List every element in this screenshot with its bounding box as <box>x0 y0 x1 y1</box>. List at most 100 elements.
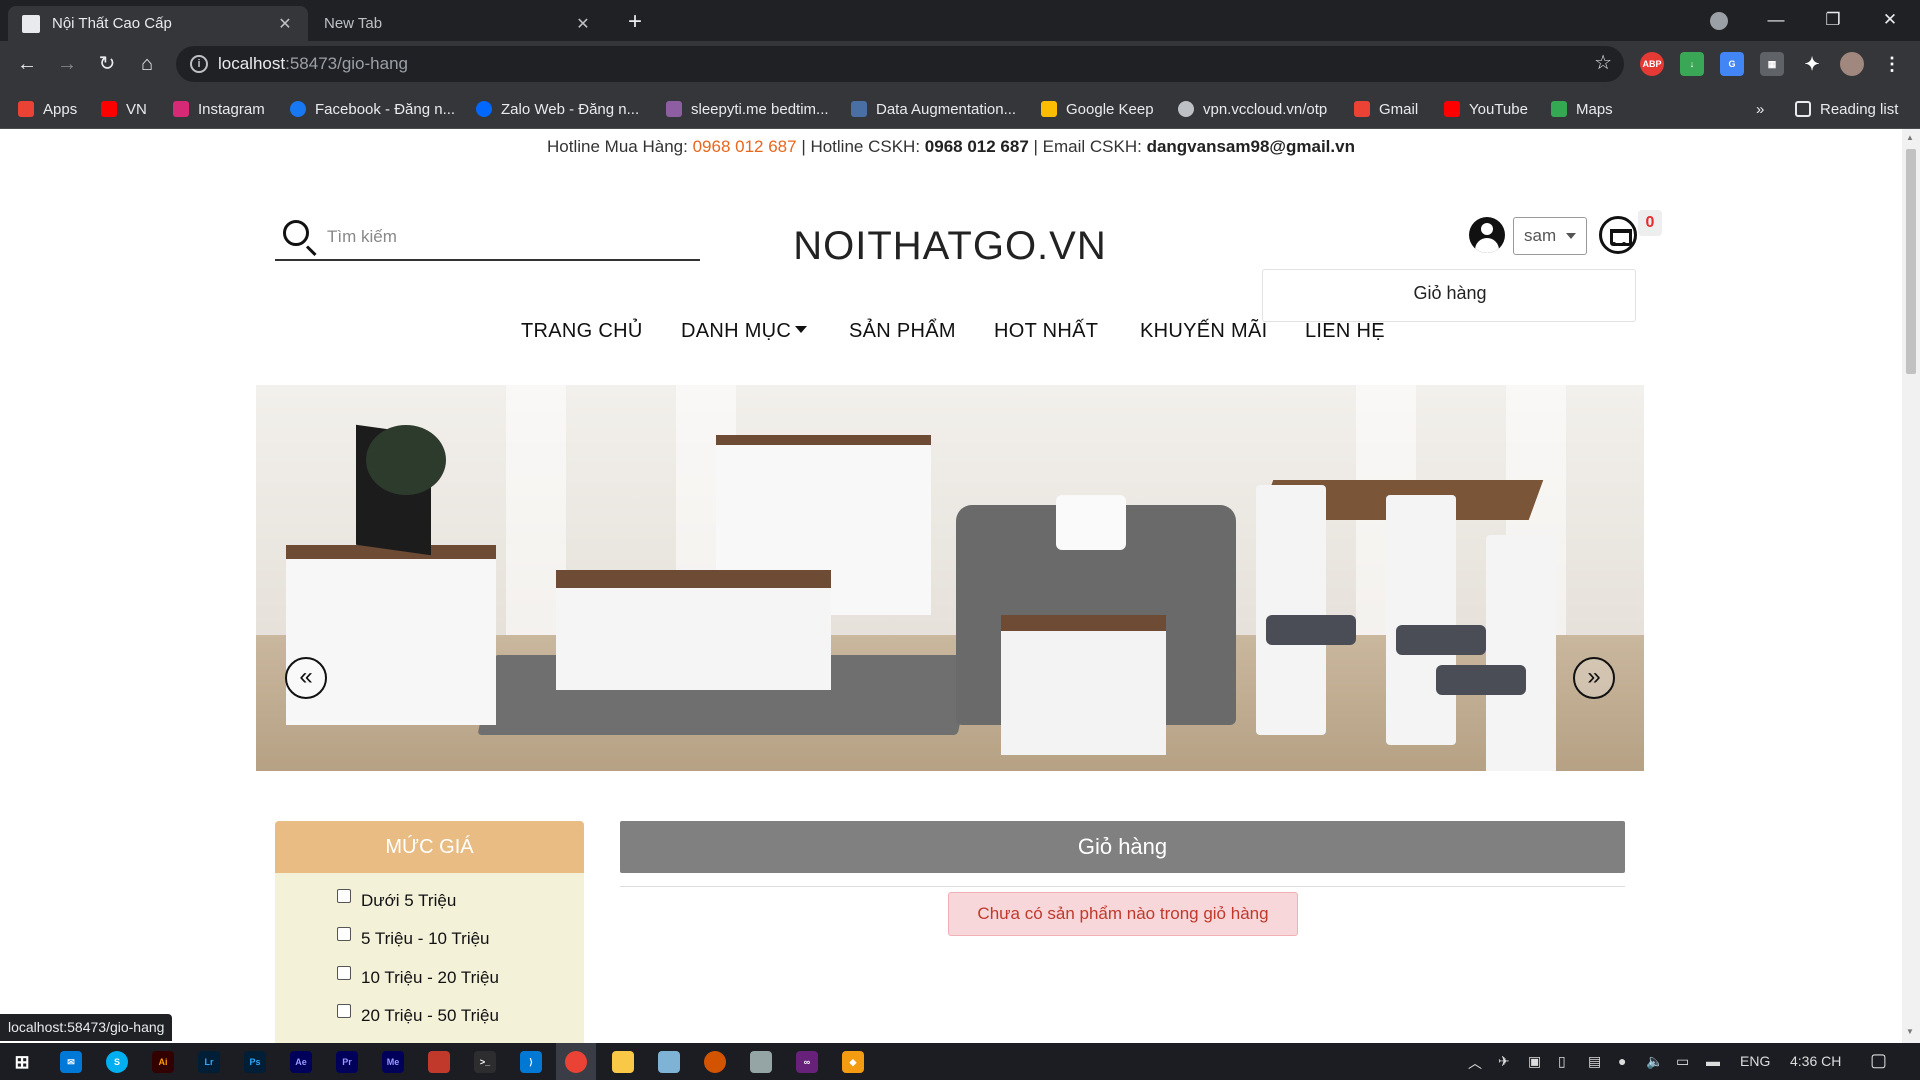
price-option-10m-20m[interactable]: 10 Triệu - 20 Triệu <box>337 966 499 988</box>
tab-search-icon[interactable] <box>1710 12 1728 30</box>
bookmark-vpn[interactable]: vpn.vccloud.vn/otp <box>1178 98 1327 120</box>
bookmark-zalo[interactable]: Zalo Web - Đăng n... <box>476 98 639 120</box>
qr-code-icon[interactable]: ▦ <box>1760 52 1784 76</box>
dropdown-item-gio-hang[interactable]: Giỏ hàng <box>1263 283 1637 304</box>
site-logo[interactable]: NOITHATGO.VN <box>700 224 1200 269</box>
hotline-care-number[interactable]: 0968 012 687 <box>925 137 1029 156</box>
checkbox[interactable] <box>337 889 351 903</box>
adblock-icon[interactable]: ABP <box>1640 52 1664 76</box>
tab-new-tab[interactable]: New Tab ✕ <box>310 6 606 41</box>
app-tray-icon[interactable]: ▤ <box>1588 1053 1601 1070</box>
bookmark-apps[interactable]: Apps <box>18 98 77 120</box>
close-icon[interactable]: ✕ <box>574 14 592 34</box>
language-indicator[interactable]: ENG <box>1740 1053 1770 1069</box>
telegram-icon[interactable]: ✈ <box>1498 1053 1510 1070</box>
search-input[interactable] <box>325 222 695 252</box>
visual-studio-icon[interactable]: ∞ <box>796 1051 818 1073</box>
reload-icon[interactable]: ↻ <box>92 49 122 79</box>
cart-icon[interactable] <box>1599 216 1637 254</box>
mail-icon[interactable]: ✉ <box>60 1051 82 1073</box>
page-scrollbar[interactable]: ▲ ▼ <box>1902 129 1920 1043</box>
checkbox[interactable] <box>337 927 351 941</box>
scroll-down-icon[interactable]: ▼ <box>1906 1027 1914 1036</box>
clock[interactable]: 4:36 CH <box>1790 1053 1841 1069</box>
url-text[interactable]: localhost:58473/gio-hang <box>218 54 408 74</box>
restore-icon[interactable]: ❐ <box>1809 0 1857 41</box>
close-icon[interactable]: ✕ <box>276 14 294 34</box>
lightroom-icon[interactable]: Lr <box>198 1051 220 1073</box>
price-option-5m-10m[interactable]: 5 Triệu - 10 Triệu <box>337 927 490 949</box>
back-arrow-icon[interactable]: ← <box>12 49 42 79</box>
skype-icon[interactable]: S <box>106 1051 128 1073</box>
windows-start-icon[interactable]: ⊞ <box>11 1051 33 1073</box>
email-link[interactable]: dangvansam98@gmail.vn <box>1147 137 1355 156</box>
download-extension-icon[interactable]: ↓ <box>1680 52 1704 76</box>
checkbox[interactable] <box>337 1004 351 1018</box>
app-icon[interactable] <box>704 1051 726 1073</box>
extensions-puzzle-icon[interactable]: ✦ <box>1800 52 1824 76</box>
scrollbar-thumb[interactable] <box>1906 149 1916 374</box>
chevron-up-icon[interactable]: ︿ <box>1468 1053 1482 1073</box>
window-close-icon[interactable]: ✕ <box>1866 0 1914 41</box>
minimize-icon[interactable]: — <box>1752 0 1800 41</box>
address-bar[interactable]: i localhost:58473/gio-hang ☆ <box>176 46 1624 82</box>
nav-hot-nhat[interactable]: HOT NHẤT <box>994 320 1098 343</box>
new-tab-plus-icon[interactable]: + <box>620 8 650 38</box>
user-dropdown[interactable]: sam <box>1513 217 1587 255</box>
more-bookmarks-icon[interactable]: » <box>1756 98 1764 120</box>
carousel-prev-button[interactable]: « <box>285 657 327 699</box>
bookmark-facebook[interactable]: Facebook - Đăng n... <box>290 98 455 120</box>
bookmark-instagram[interactable]: Instagram <box>173 98 265 120</box>
premiere-icon[interactable]: Pr <box>336 1051 358 1073</box>
nav-trang-chu[interactable]: TRANG CHỦ <box>521 320 643 343</box>
tools-icon[interactable] <box>750 1051 772 1073</box>
color-app-icon[interactable]: ● <box>1618 1053 1626 1069</box>
volume-icon[interactable]: 🔈 <box>1646 1053 1663 1070</box>
usb-icon[interactable]: ▯ <box>1558 1053 1566 1070</box>
search-icon[interactable] <box>283 220 309 246</box>
illustrator-icon[interactable]: Ai <box>152 1051 174 1073</box>
reading-list-button[interactable]: Reading list <box>1795 98 1898 120</box>
forward-arrow-icon[interactable]: → <box>52 49 82 79</box>
translate-icon[interactable]: G <box>1720 52 1744 76</box>
nav-khuyen-mai[interactable]: KHUYẾN MÃI <box>1140 320 1267 343</box>
bookmark-gmail[interactable]: Gmail <box>1354 98 1418 120</box>
user-account-icon[interactable] <box>1469 217 1505 253</box>
carousel-next-button[interactable]: » <box>1573 657 1615 699</box>
bookmark-google-keep[interactable]: Google Keep <box>1041 98 1154 120</box>
app-icon[interactable] <box>428 1051 450 1073</box>
nav-san-pham[interactable]: SẢN PHẨM <box>849 320 956 343</box>
network-tray-icon[interactable]: ▣ <box>1528 1053 1541 1070</box>
profile-avatar[interactable] <box>1840 52 1864 76</box>
scroll-up-icon[interactable]: ▲ <box>1906 133 1914 142</box>
site-info-icon[interactable]: i <box>190 55 208 73</box>
price-option-20m-50m[interactable]: 20 Triệu - 50 Triệu <box>337 1004 499 1026</box>
menu-kebab-icon[interactable]: ⋮ <box>1880 52 1904 76</box>
nav-lien-he[interactable]: LIÊN HỆ <box>1305 320 1385 343</box>
file-explorer-icon[interactable] <box>612 1051 634 1073</box>
tab-noi-that[interactable]: Nội Thất Cao Cấp ✕ <box>8 6 308 41</box>
git-icon[interactable]: ◆ <box>842 1051 864 1073</box>
chrome-icon[interactable] <box>565 1051 587 1073</box>
reading-list-icon <box>1795 101 1811 117</box>
bookmark-star-icon[interactable]: ☆ <box>1594 50 1612 75</box>
bookmark-data-augmentation[interactable]: Data Augmentation... <box>851 98 1016 120</box>
nav-danh-muc[interactable]: DANH MỤC <box>681 320 808 343</box>
display-icon[interactable]: ▭ <box>1676 1053 1689 1070</box>
bookmark-youtube[interactable]: YouTube <box>1444 98 1528 120</box>
after-effects-icon[interactable]: Ae <box>290 1051 312 1073</box>
photoshop-icon[interactable]: Ps <box>244 1051 266 1073</box>
vscode-icon[interactable]: ⟩ <box>520 1051 542 1073</box>
media-encoder-icon[interactable]: Me <box>382 1051 404 1073</box>
price-option-under-5m[interactable]: Dưới 5 Triệu <box>337 889 456 911</box>
bookmark-maps[interactable]: Maps <box>1551 98 1613 120</box>
bookmark-sleepytime[interactable]: sleepyti.me bedtim... <box>666 98 829 120</box>
hotline-buy-number[interactable]: 0968 012 687 <box>693 137 797 156</box>
notepad-icon[interactable] <box>658 1051 680 1073</box>
battery-icon[interactable]: ▬ <box>1706 1053 1720 1069</box>
terminal-icon[interactable]: >_ <box>474 1051 496 1073</box>
notification-icon[interactable]: ▢ <box>1870 1050 1887 1071</box>
checkbox[interactable] <box>337 966 351 980</box>
bookmark-vn[interactable]: VN <box>101 98 147 120</box>
home-icon[interactable]: ⌂ <box>132 49 162 79</box>
